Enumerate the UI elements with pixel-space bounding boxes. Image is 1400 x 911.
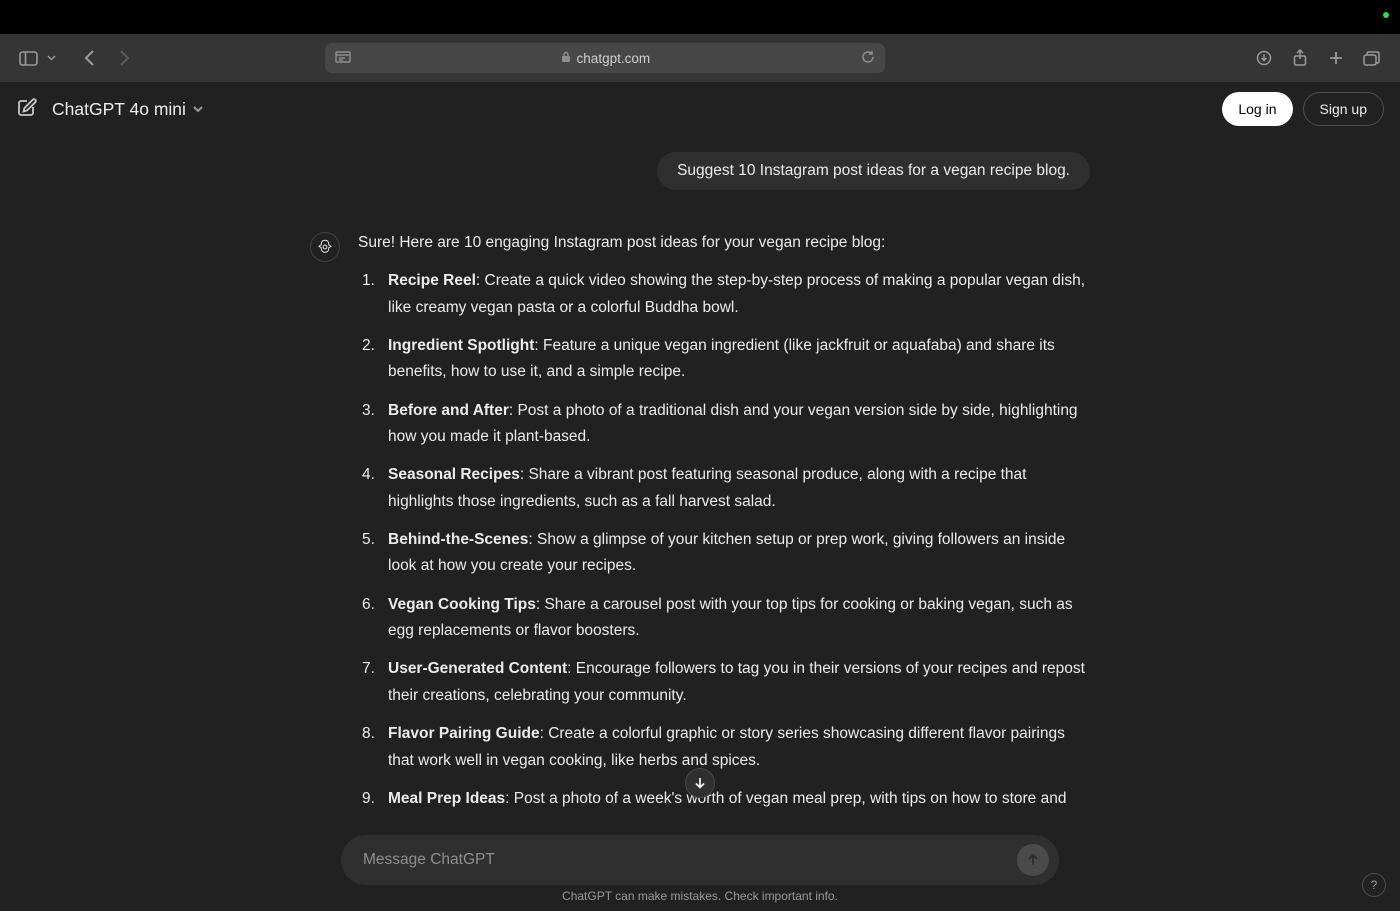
assistant-intro: Sure! Here are 10 engaging Instagram pos… (358, 230, 1090, 256)
chatgpt-avatar-icon (310, 232, 340, 262)
camera-indicator-dot (1383, 12, 1389, 18)
idea-text: : Create a quick video showing the step-… (388, 272, 1085, 315)
safari-toolbar: chatgpt.com (0, 34, 1400, 82)
idea-title: Recipe Reel (388, 272, 476, 289)
idea-title: Vegan Cooking Tips (388, 596, 536, 613)
idea-list-item: Seasonal Recipes: Share a vibrant post f… (358, 462, 1090, 515)
downloads-icon[interactable] (1250, 44, 1278, 72)
chevron-down-icon (192, 105, 204, 113)
idea-list-item: Before and After: Post a photo of a trad… (358, 398, 1090, 451)
address-bar[interactable]: chatgpt.com (325, 43, 885, 73)
user-message: Suggest 10 Instagram post ideas for a ve… (657, 152, 1090, 190)
login-button[interactable]: Log in (1222, 92, 1292, 126)
forward-button-icon (110, 44, 138, 72)
idea-list-item: Vegan Cooking Tips: Share a carousel pos… (358, 592, 1090, 645)
assistant-message: Sure! Here are 10 engaging Instagram pos… (310, 230, 1090, 811)
url-text: chatgpt.com (577, 51, 651, 66)
idea-title: Meal Prep Ideas (388, 790, 505, 807)
ideas-list: Recipe Reel: Create a quick video showin… (358, 268, 1090, 811)
macos-titlebar (0, 0, 1400, 34)
reload-icon[interactable] (861, 50, 875, 67)
share-icon[interactable] (1286, 44, 1314, 72)
disclaimer-text: ChatGPT can make mistakes. Check importa… (0, 889, 1400, 903)
idea-title: Ingredient Spotlight (388, 337, 534, 354)
idea-title: User-Generated Content (388, 660, 567, 677)
idea-list-item: Recipe Reel: Create a quick video showin… (358, 268, 1090, 321)
new-chat-icon[interactable] (16, 97, 40, 121)
model-selector[interactable]: ChatGPT 4o mini (52, 99, 204, 120)
idea-list-item: User-Generated Content: Encourage follow… (358, 656, 1090, 709)
message-input[interactable] (363, 851, 1017, 869)
conversation-pane: Suggest 10 Instagram post ideas for a ve… (0, 152, 1400, 811)
website-settings-icon[interactable] (335, 51, 351, 66)
sidebar-toggle-icon[interactable] (14, 44, 42, 72)
idea-list-item: Ingredient Spotlight: Feature a unique v… (358, 333, 1090, 386)
help-button[interactable]: ? (1362, 873, 1386, 897)
back-button-icon[interactable] (76, 44, 104, 72)
tabs-overview-icon[interactable] (1358, 44, 1386, 72)
idea-title: Before and After (388, 402, 509, 419)
chat-header: ChatGPT 4o mini Log in Sign up (0, 82, 1400, 136)
send-button[interactable] (1017, 844, 1049, 876)
scroll-to-bottom-button[interactable] (685, 768, 715, 798)
new-tab-icon[interactable] (1322, 44, 1350, 72)
idea-title: Flavor Pairing Guide (388, 725, 540, 742)
model-name: ChatGPT 4o mini (52, 99, 186, 120)
idea-list-item: Flavor Pairing Guide: Create a colorful … (358, 721, 1090, 774)
idea-list-item: Meal Prep Ideas: Post a photo of a week'… (358, 786, 1090, 811)
lock-icon (561, 51, 571, 66)
chatgpt-app: ChatGPT 4o mini Log in Sign up Suggest 1… (0, 82, 1400, 911)
idea-title: Seasonal Recipes (388, 466, 520, 483)
compose-bar (0, 835, 1400, 885)
signup-button[interactable]: Sign up (1303, 92, 1384, 126)
sidebar-chevron-icon[interactable] (46, 55, 56, 61)
idea-list-item: Behind-the-Scenes: Show a glimpse of you… (358, 527, 1090, 580)
idea-title: Behind-the-Scenes (388, 531, 528, 548)
